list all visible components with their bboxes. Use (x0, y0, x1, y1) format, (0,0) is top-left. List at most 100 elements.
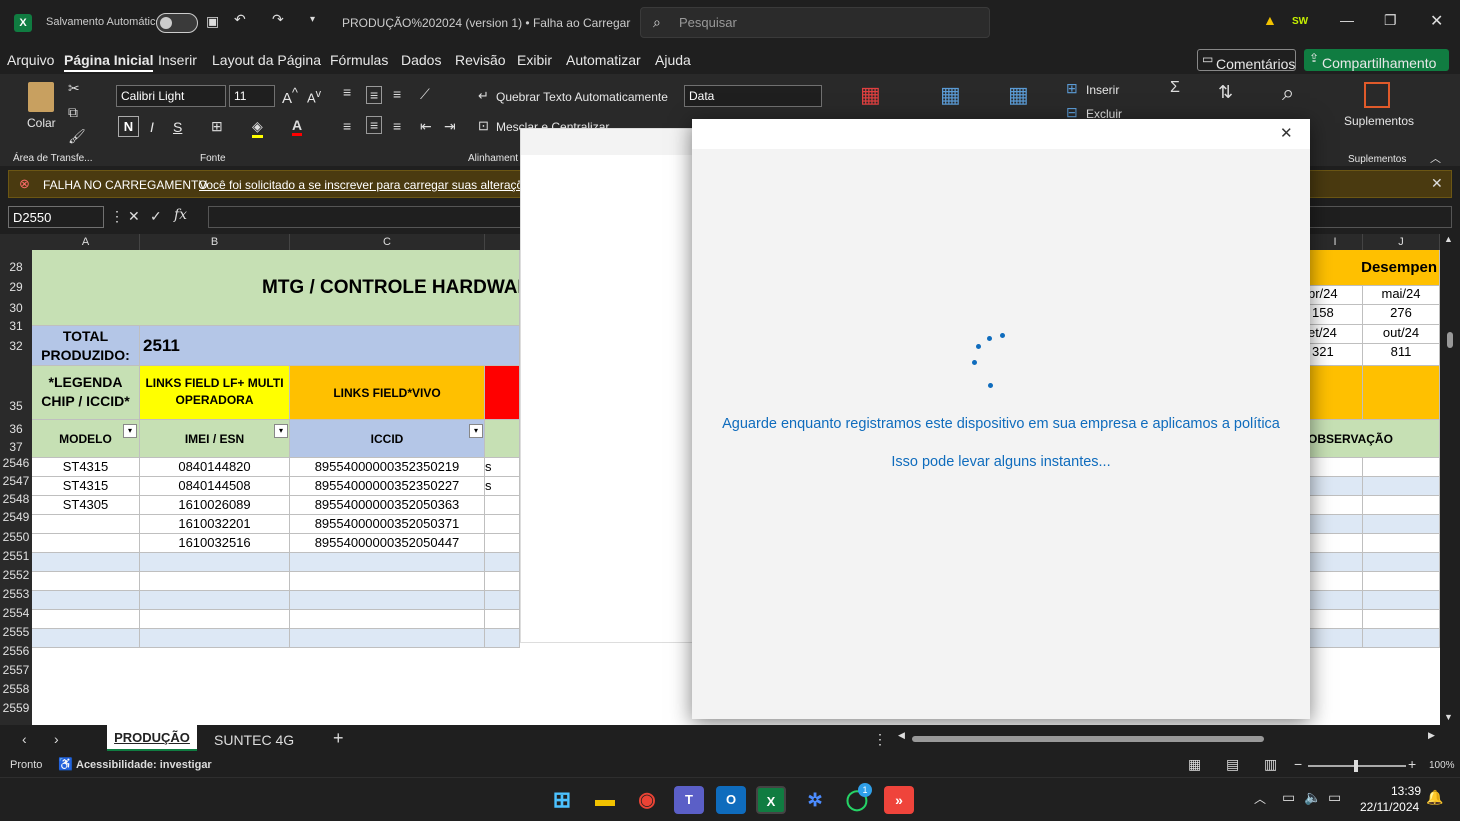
borders-icon[interactable]: ⊞ (211, 118, 223, 135)
row-header[interactable]: 2550 (0, 528, 32, 547)
addins-button[interactable]: Suplementos (1344, 114, 1414, 128)
menu-dados[interactable]: Dados (401, 52, 441, 68)
menu-revisao[interactable]: Revisão (455, 52, 506, 68)
horizontal-scrollbar[interactable]: ◀ ▶ (898, 730, 1440, 745)
perf-cell-1-j[interactable]: mai/24 (1363, 286, 1440, 305)
table-cell[interactable] (290, 572, 485, 591)
row-header[interactable]: 2557 (0, 661, 32, 680)
add-sheet-icon[interactable]: + (333, 728, 344, 749)
links-field-lf-label[interactable]: LINKS FIELD LF+ MULTI OPERADORA (140, 366, 290, 420)
page-layout-view-icon[interactable]: ▤ (1226, 756, 1239, 773)
table-cell[interactable] (485, 496, 520, 515)
align-center-icon[interactable]: ≡ (366, 116, 383, 134)
decrease-indent-icon[interactable]: ⇤ (420, 118, 432, 135)
sheet-tab-producao[interactable]: PRODUÇÃO (107, 725, 197, 751)
menu-arquivo[interactable]: Arquivo (7, 52, 54, 68)
filter-dropdown-modelo[interactable]: ▾ (123, 424, 137, 438)
shrink-font-icon[interactable]: Av (307, 88, 321, 105)
table-cell[interactable] (290, 553, 485, 572)
more-options-icon[interactable]: ⋮ (110, 208, 124, 225)
table-cell[interactable]: ST4315 (32, 477, 140, 496)
close-window-icon[interactable]: ✕ (1430, 11, 1443, 31)
scroll-up-icon[interactable]: ▲ (1444, 234, 1453, 244)
row-header[interactable]: 36 (0, 420, 32, 439)
wrap-text-button[interactable]: Quebrar Texto Automaticamente (496, 90, 668, 104)
row-header[interactable]: 32 (0, 337, 32, 356)
align-right-icon[interactable]: ≡ (393, 118, 401, 134)
table-cell[interactable]: ST4315 (32, 458, 140, 477)
table-cell[interactable] (1363, 610, 1440, 629)
perf-cell-3-j[interactable]: out/24 (1363, 325, 1440, 344)
table-cell[interactable] (485, 591, 520, 610)
table-cell[interactable]: 89554000000352050371 (290, 515, 485, 534)
font-name-select[interactable]: Calibri Light (116, 85, 226, 107)
restore-icon[interactable]: ❐ (1384, 12, 1397, 29)
insert-cells-icon[interactable]: ⊞ (1066, 80, 1078, 97)
font-color-icon[interactable]: A (292, 117, 303, 136)
table-cell[interactable] (485, 572, 520, 591)
row-header[interactable]: 2547 (0, 472, 32, 491)
notification-bell-icon[interactable]: 🔔 (1426, 789, 1443, 806)
row-header[interactable]: 2551 (0, 547, 32, 566)
desempenho-header[interactable]: Desempen (1308, 250, 1440, 286)
autosum-icon[interactable]: Σ (1170, 79, 1180, 97)
perf-cell-2-i[interactable]: 158 (1308, 305, 1363, 325)
table-cell[interactable] (1363, 553, 1440, 572)
cancel-entry-icon[interactable]: ✕ (128, 208, 140, 225)
table-cell[interactable] (140, 629, 290, 648)
table-cell[interactable] (1308, 572, 1363, 591)
header-observacao[interactable]: OBSERVAÇÃO (1308, 420, 1440, 458)
minimize-icon[interactable]: — (1340, 12, 1354, 28)
table-cell[interactable] (1363, 534, 1440, 553)
font-size-select[interactable]: 11 (229, 85, 275, 107)
table-cell[interactable]: s (485, 458, 520, 477)
row-header[interactable]: 30 (0, 299, 32, 318)
row-header[interactable]: 2548 (0, 490, 32, 509)
addins-icon[interactable] (1364, 82, 1390, 108)
align-left-icon[interactable]: ≡ (343, 118, 351, 134)
scroll-right-icon[interactable]: ▶ (1428, 730, 1435, 741)
table-cell[interactable]: ST4305 (32, 496, 140, 515)
links-field-vivo-label[interactable]: LINKS FIELD*VIVO (290, 366, 485, 420)
zoom-level[interactable]: 100% (1429, 760, 1455, 771)
header-imei[interactable]: IMEI / ESN (140, 420, 290, 458)
row-header[interactable]: 28 (0, 258, 32, 277)
name-box[interactable]: D2550 (8, 206, 104, 228)
table-cell[interactable]: 0840144820 (140, 458, 290, 477)
redo-icon[interactable]: ↷ (272, 11, 284, 28)
table-cell[interactable]: 89554000000352350219 (290, 458, 485, 477)
row-header[interactable]: 2556 (0, 642, 32, 661)
table-cell[interactable] (1308, 477, 1363, 496)
table-cell[interactable]: 89554000000352350227 (290, 477, 485, 496)
copy-icon[interactable]: ⧉ (68, 104, 78, 121)
comments-button[interactable]: ▭ Comentários (1197, 49, 1296, 72)
table-cell[interactable] (140, 591, 290, 610)
chrome-icon[interactable]: ◉ (632, 786, 662, 814)
sort-filter-icon[interactable]: ⇅ (1218, 82, 1233, 103)
windows-start-icon[interactable]: ⊞ (547, 786, 577, 814)
menu-formulas[interactable]: Fórmulas (330, 52, 388, 68)
menu-layout[interactable]: Layout da Página (212, 52, 321, 68)
underline-button[interactable]: S (173, 119, 182, 135)
excel-taskbar-icon[interactable]: X (756, 786, 786, 814)
row-header[interactable]: 2554 (0, 604, 32, 623)
clock-date[interactable]: 22/11/2024 (1360, 800, 1419, 814)
warning-message-link[interactable]: Você foi solicitado a se inscrever para … (199, 178, 546, 192)
table-cell[interactable] (1308, 553, 1363, 572)
table-cell[interactable] (1308, 458, 1363, 477)
close-warning-icon[interactable]: ✕ (1431, 175, 1443, 192)
table-cell[interactable] (1308, 610, 1363, 629)
outlook-icon[interactable]: O (716, 786, 746, 814)
table-cell[interactable] (485, 553, 520, 572)
column-header-b[interactable]: B (140, 234, 290, 250)
zoom-in-icon[interactable]: + (1408, 756, 1416, 772)
menu-exibir[interactable]: Exibir (517, 52, 552, 68)
table-cell[interactable] (1363, 496, 1440, 515)
table-cell[interactable]: 1610026089 (140, 496, 290, 515)
paste-icon[interactable] (28, 82, 54, 112)
menu-pagina-inicial[interactable]: Página Inicial (64, 52, 154, 72)
table-cell[interactable] (32, 591, 140, 610)
teams-icon[interactable]: T (674, 786, 704, 814)
menu-inserir[interactable]: Inserir (158, 52, 197, 68)
table-cell[interactable] (140, 610, 290, 629)
